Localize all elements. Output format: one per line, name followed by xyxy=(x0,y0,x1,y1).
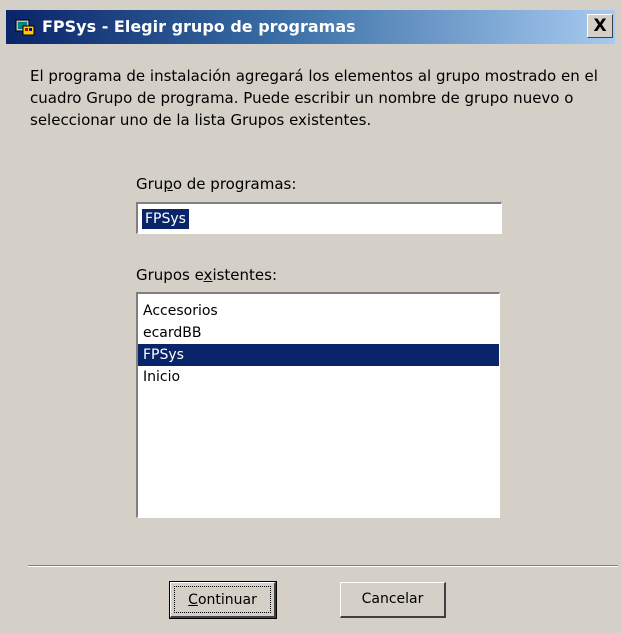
existing-groups-list[interactable]: Accesorios ecardBB FPSys Inicio xyxy=(136,292,500,518)
program-group-label: Grupo de programas: xyxy=(136,175,297,193)
list-item-selected[interactable]: FPSys xyxy=(138,344,499,366)
list-item[interactable]: Accesorios xyxy=(138,300,499,322)
window-title: FPSys - Elegir grupo de programas xyxy=(42,17,356,36)
close-button[interactable]: X xyxy=(587,14,613,38)
continue-button[interactable]: Continuar xyxy=(169,581,277,619)
program-group-value: FPSys xyxy=(142,209,189,229)
dialog-window: FPSys - Elegir grupo de programas X El p… xyxy=(0,0,621,633)
program-group-accel: p xyxy=(163,175,173,193)
cancel-button[interactable]: Cancelar xyxy=(340,582,446,618)
instructions-text: El programa de instalación agregará los … xyxy=(30,67,598,129)
close-icon: X xyxy=(593,16,607,36)
focus-rect: Continuar xyxy=(174,586,271,613)
program-group-input[interactable]: FPSys xyxy=(136,202,502,234)
setup-app-icon xyxy=(15,19,35,36)
existing-groups-label: Grupos existentes: xyxy=(136,266,278,284)
list-item[interactable]: ecardBB xyxy=(138,322,499,344)
title-bar[interactable]: FPSys - Elegir grupo de programas X xyxy=(6,10,615,44)
list-item[interactable]: Inicio xyxy=(138,366,499,388)
separator xyxy=(28,565,618,567)
